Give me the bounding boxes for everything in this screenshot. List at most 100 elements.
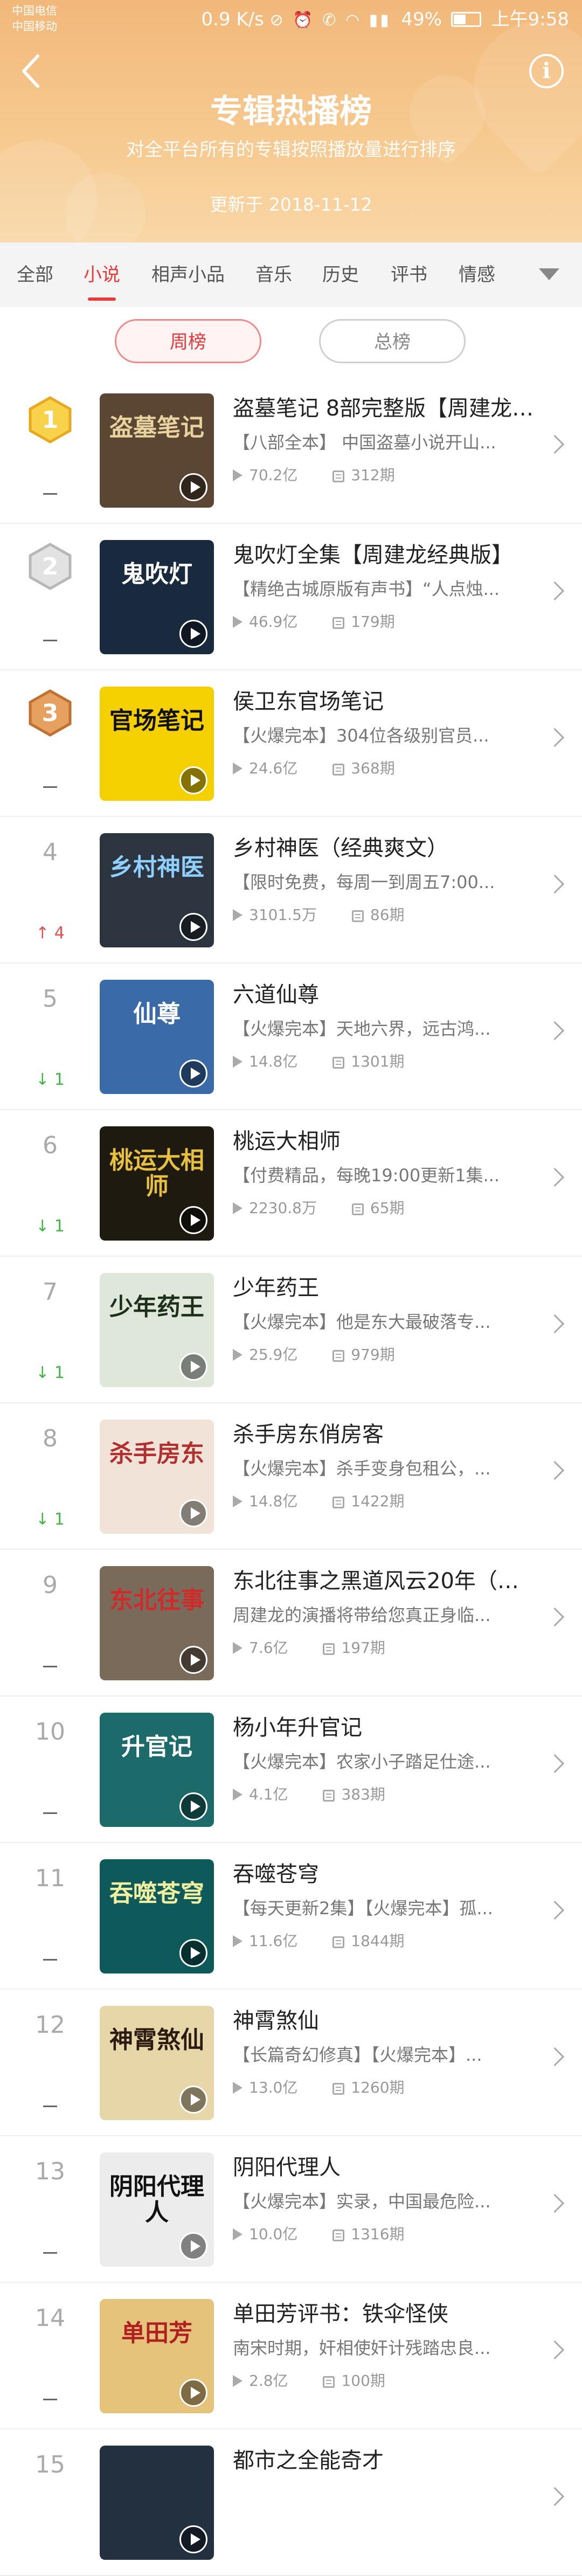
carrier-labels: 中国电信 中国移动	[12, 3, 57, 34]
play-icon[interactable]	[179, 1206, 207, 1234]
tab-emotion[interactable]: 情感	[459, 259, 495, 291]
album-cover[interactable]: 仙尊	[100, 980, 214, 1094]
album-cover[interactable]: 神霄煞仙	[100, 2006, 214, 2120]
total-ranking-button[interactable]: 总榜	[319, 319, 466, 363]
episode-count-value: 1301期	[351, 1052, 405, 1070]
more-tabs-dropdown-icon[interactable]	[539, 268, 559, 280]
play-count-value: 14.8亿	[249, 1492, 298, 1510]
list-item[interactable]: 2 鬼吹灯 鬼吹灯全集【周建龙经典版】 【精绝古城原版有声书】“人点烛... 4…	[0, 524, 582, 670]
album-meta: 2230.8万 65期	[233, 1197, 535, 1219]
play-icon[interactable]	[179, 1646, 207, 1674]
album-cover[interactable]: 桃运大相师	[100, 1126, 214, 1241]
album-cover[interactable]: 东北往事	[100, 1566, 214, 1680]
list-item[interactable]: 8 ↓ 1 杀手房东 杀手房东俏房客 【火爆完本】杀手变身包租公，... 14.8…	[0, 1403, 582, 1550]
unchanged-dash-icon	[43, 493, 57, 495]
album-cover[interactable]: 单田芳	[100, 2299, 214, 2413]
tab-history[interactable]: 历史	[322, 259, 359, 291]
rank-change-value: 1	[54, 1510, 65, 1529]
episode-count: 86期	[351, 904, 405, 926]
play-count-value: 14.8亿	[249, 1052, 298, 1070]
rank-area: 4 ↑ 4	[0, 817, 100, 962]
play-icon[interactable]	[179, 1353, 207, 1381]
play-icon[interactable]	[179, 913, 207, 941]
album-meta: 2.8亿 100期	[233, 2370, 535, 2392]
tab-novel[interactable]: 小说	[84, 259, 120, 301]
play-icon[interactable]	[179, 2232, 207, 2260]
album-description: 【火爆完本】杀手变身包租公，...	[233, 1458, 491, 1479]
list-item[interactable]: 9 东北往事 东北往事之黑道风云20年（全五... 周建龙的演播将带给您真正身临…	[0, 1550, 582, 1696]
cover-title: 盗墓笔记	[109, 414, 204, 441]
album-cover[interactable]: 鬼吹灯	[100, 540, 214, 654]
play-count-icon	[233, 1789, 242, 1801]
episode-count-value: 65期	[370, 1199, 405, 1217]
list-item[interactable]: 15 都市之全能奇才	[0, 2429, 582, 2576]
chevron-right-icon	[545, 728, 565, 747]
play-icon[interactable]	[179, 1499, 207, 1527]
list-item[interactable]: 6 ↓ 1 桃运大相师 桃运大相师 【付费精品，每晚19:00更新1集... 22…	[0, 1110, 582, 1257]
list-item[interactable]: 7 ↓ 1 少年药王 少年药王 【火爆完本】他是东大最破落专... 25.9亿 9…	[0, 1257, 582, 1403]
play-count-icon	[233, 2375, 242, 2387]
episode-count-value: 383期	[341, 1785, 385, 1803]
list-item[interactable]: 11 吞噬苍穹 吞噬苍穹 【每天更新2集】【火爆完本】孤... 11.6亿 18…	[0, 1843, 582, 1990]
arrow-down-icon: ↓	[36, 1510, 54, 1529]
chevron-right-icon	[545, 2487, 565, 2506]
play-icon[interactable]	[179, 2525, 207, 2553]
list-item[interactable]: 3 官场笔记 侯卫东官场笔记 【火爆完本】304位各级别官员... 24.6亿 …	[0, 670, 582, 817]
play-icon[interactable]	[179, 1939, 207, 1967]
chevron-right-icon	[545, 1460, 565, 1480]
album-cover[interactable]: 盗墓笔记	[100, 393, 214, 508]
play-count-icon	[233, 763, 242, 774]
album-meta: 46.9亿 179期	[233, 611, 535, 633]
album-meta: 24.6亿 368期	[233, 758, 535, 779]
album-cover[interactable]: 杀手房东	[100, 1419, 214, 1534]
play-icon[interactable]	[179, 2086, 207, 2114]
tab-storytelling[interactable]: 评书	[391, 259, 427, 291]
episode-count: 197期	[323, 1637, 385, 1659]
list-item[interactable]: 4 ↑ 4 乡村神医 乡村神医（经典爽文） 【限时免费，每周一到周五7:00...…	[0, 817, 582, 964]
album-cover[interactable]: 乡村神医	[100, 833, 214, 947]
info-icon: i	[542, 58, 551, 84]
list-item[interactable]: 1 盗墓笔记 盗墓笔记 8部完整版【周建龙演... 【八部全本】 中国盗墓小说开…	[0, 377, 582, 524]
album-description: 【限时免费，每周一到周五7:00...	[233, 872, 495, 892]
rank-change-value: 1	[54, 1363, 65, 1382]
play-count: 25.9亿	[233, 1344, 297, 1366]
play-icon[interactable]	[179, 473, 207, 501]
play-icon[interactable]	[179, 1792, 207, 1820]
album-cover[interactable]: 吞噬苍穹	[100, 1859, 214, 1973]
play-icon[interactable]	[179, 766, 207, 794]
album-cover[interactable]: 官场笔记	[100, 687, 214, 801]
album-description: 【火爆完本】实录，中国最危险...	[233, 2191, 491, 2212]
ranking-period-toggle: 周榜 总榜	[0, 307, 582, 372]
album-cover[interactable]: 少年药王	[100, 1273, 214, 1387]
tab-crosstalk[interactable]: 相声小品	[151, 259, 225, 291]
info-button[interactable]: i	[529, 54, 564, 88]
rank-unchanged	[0, 484, 100, 503]
album-description: 【付费精品，每晚19:00更新1集...	[233, 1165, 500, 1186]
rank-area: 8 ↓ 1	[0, 1403, 100, 1549]
list-item[interactable]: 13 阴阳代理人 阴阳代理人 【火爆完本】实录，中国最危险... 10.0亿 1…	[0, 2136, 582, 2283]
weekly-ranking-button[interactable]: 周榜	[115, 319, 261, 363]
unchanged-dash-icon	[43, 786, 57, 788]
list-item[interactable]: 14 单田芳 单田芳评书：铁伞怪侠 南宋时期，奸相使奸计残踏忠良... 2.8亿…	[0, 2283, 582, 2429]
tab-music[interactable]: 音乐	[255, 259, 292, 291]
list-item[interactable]: 10 升官记 杨小年升官记 【火爆完本】农家小子踏足仕途... 4.1亿 383…	[0, 1696, 582, 1843]
play-icon[interactable]	[179, 2379, 207, 2407]
episode-count-value: 368期	[351, 759, 395, 777]
list-item[interactable]: 5 ↓ 1 仙尊 六道仙尊 【火爆完本】天地六界，远古鸿... 14.8亿 130…	[0, 964, 582, 1110]
list-item[interactable]: 12 神霄煞仙 神霄煞仙 【长篇奇幻修真】【火爆完本】... 13.0亿 126…	[0, 1990, 582, 2136]
play-icon[interactable]	[179, 620, 207, 648]
cover-title: 东北往事	[109, 1587, 204, 1614]
album-meta: 7.6亿 197期	[233, 1637, 535, 1659]
rank-area: 14	[0, 2283, 100, 2428]
status-bar: 中国电信 中国移动 0.9 K/s ⊘ ⏰ ✆ ◠ ▮▮ 49% 上午9:58	[0, 0, 582, 39]
album-cover[interactable]: 阴阳代理人	[100, 2152, 214, 2267]
episode-count-value: 197期	[341, 1639, 385, 1657]
album-info: 少年药王 【火爆完本】他是东大最破落专... 25.9亿 979期	[233, 1273, 535, 1366]
episode-count: 312期	[332, 465, 395, 486]
album-cover[interactable]: 升官记	[100, 1713, 214, 1827]
album-cover[interactable]	[100, 2446, 214, 2560]
play-icon[interactable]	[179, 1060, 207, 1088]
tab-all[interactable]: 全部	[17, 259, 53, 291]
play-count-value: 24.6亿	[249, 759, 298, 777]
arrow-down-icon: ↓	[36, 1217, 54, 1236]
